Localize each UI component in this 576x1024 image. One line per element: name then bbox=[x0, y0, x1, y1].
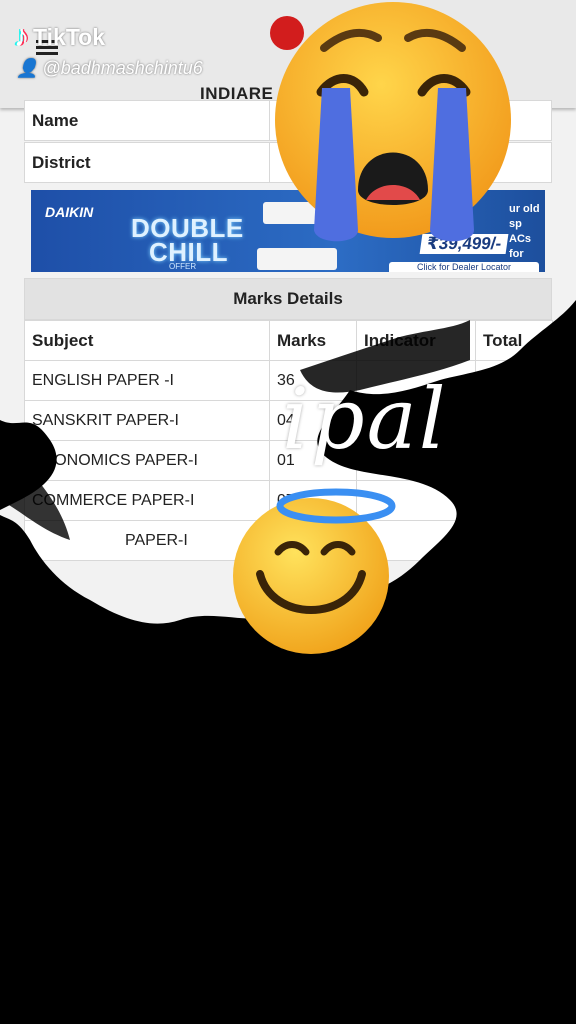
column-header-subject: Subject bbox=[24, 320, 270, 361]
marks-details-header: Marks Details bbox=[24, 278, 552, 320]
ad-brand: DAIKIN bbox=[45, 204, 94, 220]
total-cell bbox=[475, 520, 553, 561]
ad-subtext: OFFER bbox=[169, 262, 197, 271]
user-icon: 👤 bbox=[16, 58, 39, 78]
total-cell: P bbox=[475, 360, 553, 401]
ad-ac-unit-image bbox=[257, 248, 337, 270]
name-label: Name bbox=[32, 111, 79, 130]
total-cell bbox=[475, 440, 553, 481]
caption-text: ipal bbox=[282, 370, 448, 468]
subject-cell: SANSKRIT PAPER-I bbox=[24, 400, 270, 441]
column-header-marks: Marks bbox=[269, 320, 357, 361]
ad-headline: DOUBLE CHILL bbox=[131, 213, 244, 267]
district-label: District bbox=[32, 153, 91, 172]
subject-cell: ECONOMICS PAPER-I bbox=[24, 440, 270, 481]
ad-dealer-locator-button[interactable]: Click for Dealer Locator bbox=[389, 262, 539, 272]
tiktok-username: 👤 @badhmashchintu6 bbox=[16, 58, 203, 78]
tiktok-brand: TikTok bbox=[33, 23, 105, 50]
crying-face-emoji-icon bbox=[275, 2, 511, 242]
total-cell bbox=[475, 480, 553, 521]
table-header-row: Subject Marks Indicator Total bbox=[24, 320, 553, 361]
column-header-indicator: Indicator bbox=[356, 320, 476, 361]
tiktok-note-icon: ♪ bbox=[14, 20, 29, 53]
tiktok-watermark: ♪ TikTok bbox=[14, 20, 105, 54]
subject-cell: ENGLISH PAPER -I bbox=[24, 360, 270, 401]
column-header-total: Total bbox=[475, 320, 553, 361]
smiling-face-with-halo-emoji-icon bbox=[233, 488, 396, 654]
total-cell bbox=[475, 400, 553, 441]
